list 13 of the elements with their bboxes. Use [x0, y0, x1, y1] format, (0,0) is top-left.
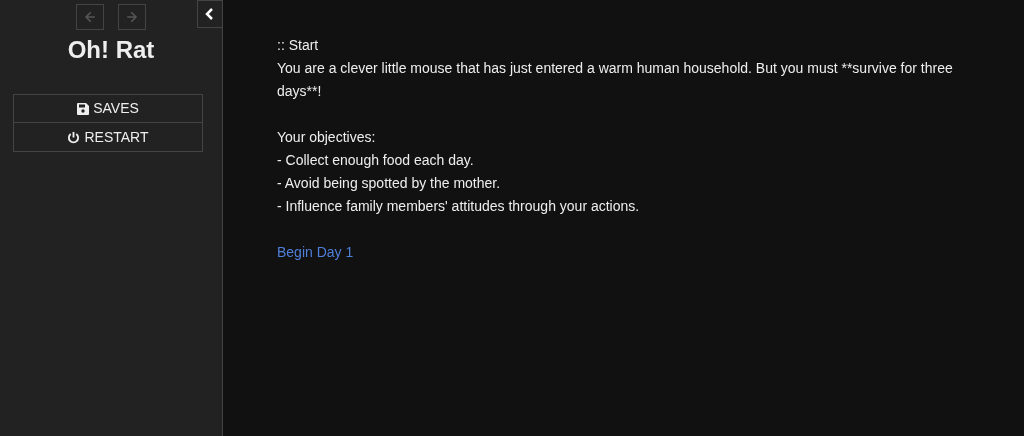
- saves-button[interactable]: SAVES: [13, 94, 203, 124]
- power-icon: [67, 130, 81, 144]
- objective-item: - Influence family members' attitudes through your actions.: [277, 197, 641, 216]
- story-title: Oh! Rat: [66, 35, 156, 65]
- passage-title: :: Start: [277, 36, 320, 55]
- intro-paragraph: You are a clever little mouse that has just entered a warm human household. But you must **survive for three days**!: [277, 59, 954, 101]
- objective-item: - Avoid being spotted by the mother.: [277, 174, 502, 193]
- collapse-sidebar-button[interactable]: [197, 0, 222, 28]
- chevron-left-icon: [204, 7, 216, 21]
- objective-item: - Collect enough food each day.: [277, 151, 475, 170]
- restart-button[interactable]: RESTART: [13, 123, 203, 153]
- objectives-heading: Your objectives:: [277, 128, 377, 147]
- begin-link[interactable]: Begin Day 1: [277, 244, 354, 260]
